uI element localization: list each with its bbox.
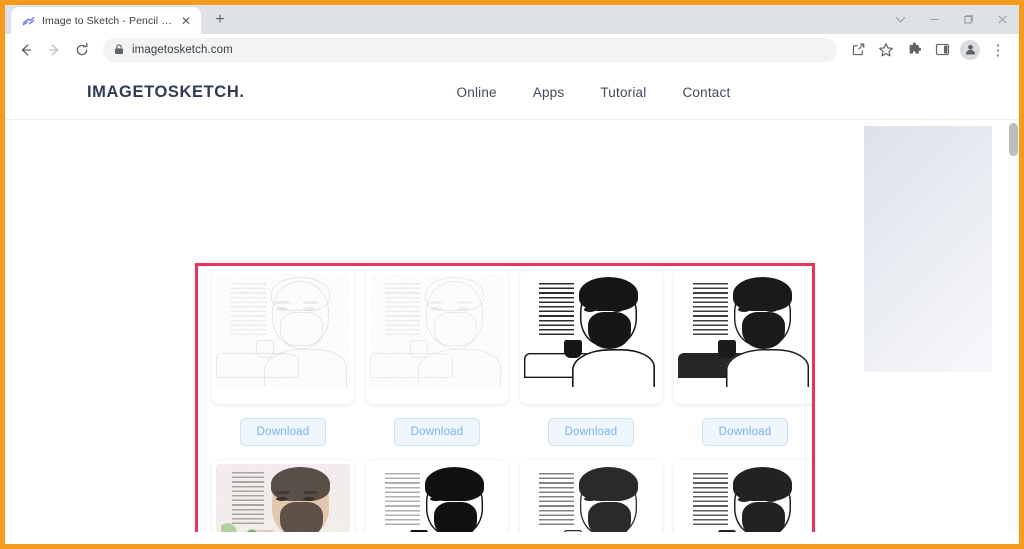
download-button-3[interactable]: Download bbox=[547, 418, 635, 446]
download-row: Download bbox=[239, 404, 327, 460]
sketch-thumbnail-card[interactable] bbox=[366, 270, 508, 404]
results-highlight-box: Download Download Download Download bbox=[195, 263, 815, 532]
result-cell: Download bbox=[674, 460, 812, 532]
browser-menu-icon[interactable]: ⋮ bbox=[985, 37, 1011, 63]
sketch-image-5 bbox=[216, 464, 350, 532]
toolbar-icon-group: ⋮ bbox=[845, 37, 1011, 63]
tab-image-to-sketch[interactable]: Image to Sketch - Pencil Sketch ✕ bbox=[11, 7, 201, 34]
result-cell: Download bbox=[212, 460, 354, 532]
download-row: Download bbox=[701, 404, 789, 460]
results-grid: Download Download Download Download bbox=[198, 266, 812, 532]
download-row: Download bbox=[547, 404, 635, 460]
download-button-4[interactable]: Download bbox=[701, 418, 789, 446]
bookmark-star-icon[interactable] bbox=[873, 37, 899, 63]
window-controls bbox=[883, 5, 1019, 34]
result-cell: Download bbox=[366, 270, 508, 460]
sketch-thumbnail-card[interactable] bbox=[520, 270, 662, 404]
avatar bbox=[960, 39, 980, 60]
site-logo[interactable]: IMAGETOSKETCH. bbox=[87, 83, 245, 102]
sketch-lines-favicon bbox=[21, 14, 35, 28]
tab-strip: Image to Sketch - Pencil Sketch ✕ + bbox=[5, 5, 1019, 34]
browser-toolbar: imagetosketch.com ⋮ bbox=[5, 34, 1019, 66]
result-cell: Download bbox=[366, 460, 508, 532]
page-body: Download Download Download Download bbox=[5, 120, 1019, 532]
sketch-image-3 bbox=[524, 274, 658, 387]
close-window-icon[interactable] bbox=[985, 5, 1019, 34]
maximize-icon[interactable] bbox=[951, 5, 985, 34]
forward-icon[interactable] bbox=[41, 37, 67, 63]
sketch-thumbnail-card[interactable] bbox=[674, 460, 812, 532]
extensions-icon[interactable] bbox=[901, 37, 927, 63]
result-cell: Download bbox=[520, 460, 662, 532]
new-tab-button[interactable]: + bbox=[207, 7, 233, 33]
minimize-icon[interactable] bbox=[917, 5, 951, 34]
tab-search-icon[interactable] bbox=[883, 5, 917, 34]
right-rail bbox=[854, 120, 1019, 532]
result-cell: Download bbox=[520, 270, 662, 460]
screenshot-frame: Image to Sketch - Pencil Sketch ✕ + bbox=[0, 0, 1024, 549]
download-button-1[interactable]: Download bbox=[239, 418, 327, 446]
nav-item-online[interactable]: Online bbox=[457, 85, 497, 100]
sketch-image-1 bbox=[216, 274, 350, 387]
nav-item-apps[interactable]: Apps bbox=[533, 85, 565, 100]
sketch-thumbnail-card[interactable] bbox=[674, 270, 812, 404]
page-scrollbar[interactable] bbox=[1008, 120, 1019, 532]
browser-chrome: Image to Sketch - Pencil Sketch ✕ + bbox=[5, 5, 1019, 66]
sketch-image-7 bbox=[524, 464, 658, 532]
address-bar-url: imagetosketch.com bbox=[132, 43, 233, 56]
download-button-2[interactable]: Download bbox=[393, 418, 481, 446]
sketch-image-4 bbox=[678, 274, 812, 387]
tab-close-icon[interactable]: ✕ bbox=[179, 14, 193, 28]
download-row: Download bbox=[393, 404, 481, 460]
site-nav: Online Apps Tutorial Contact bbox=[457, 85, 731, 100]
sketch-thumbnail-card[interactable] bbox=[212, 460, 354, 532]
lock-icon bbox=[113, 44, 124, 55]
rail-placeholder-block bbox=[864, 126, 992, 372]
sketch-thumbnail-card[interactable] bbox=[366, 460, 508, 532]
share-icon[interactable] bbox=[845, 37, 871, 63]
sketch-image-6 bbox=[370, 464, 504, 532]
scrollbar-thumb[interactable] bbox=[1009, 123, 1018, 156]
profile-avatar[interactable] bbox=[957, 37, 983, 63]
tab-title: Image to Sketch - Pencil Sketch bbox=[42, 14, 172, 27]
sketch-thumbnail-card[interactable] bbox=[212, 270, 354, 404]
site-header: IMAGETOSKETCH. Online Apps Tutorial Cont… bbox=[5, 66, 1019, 120]
sketch-thumbnail-card[interactable] bbox=[520, 460, 662, 532]
nav-item-tutorial[interactable]: Tutorial bbox=[600, 85, 646, 100]
sketch-image-8 bbox=[678, 464, 812, 532]
result-cell: Download bbox=[674, 270, 812, 460]
reload-icon[interactable] bbox=[69, 37, 95, 63]
back-icon[interactable] bbox=[13, 37, 39, 63]
address-bar[interactable]: imagetosketch.com bbox=[103, 37, 837, 62]
sketch-image-2 bbox=[370, 274, 504, 387]
result-cell: Download bbox=[212, 270, 354, 460]
side-panel-icon[interactable] bbox=[929, 37, 955, 63]
nav-item-contact[interactable]: Contact bbox=[682, 85, 730, 100]
